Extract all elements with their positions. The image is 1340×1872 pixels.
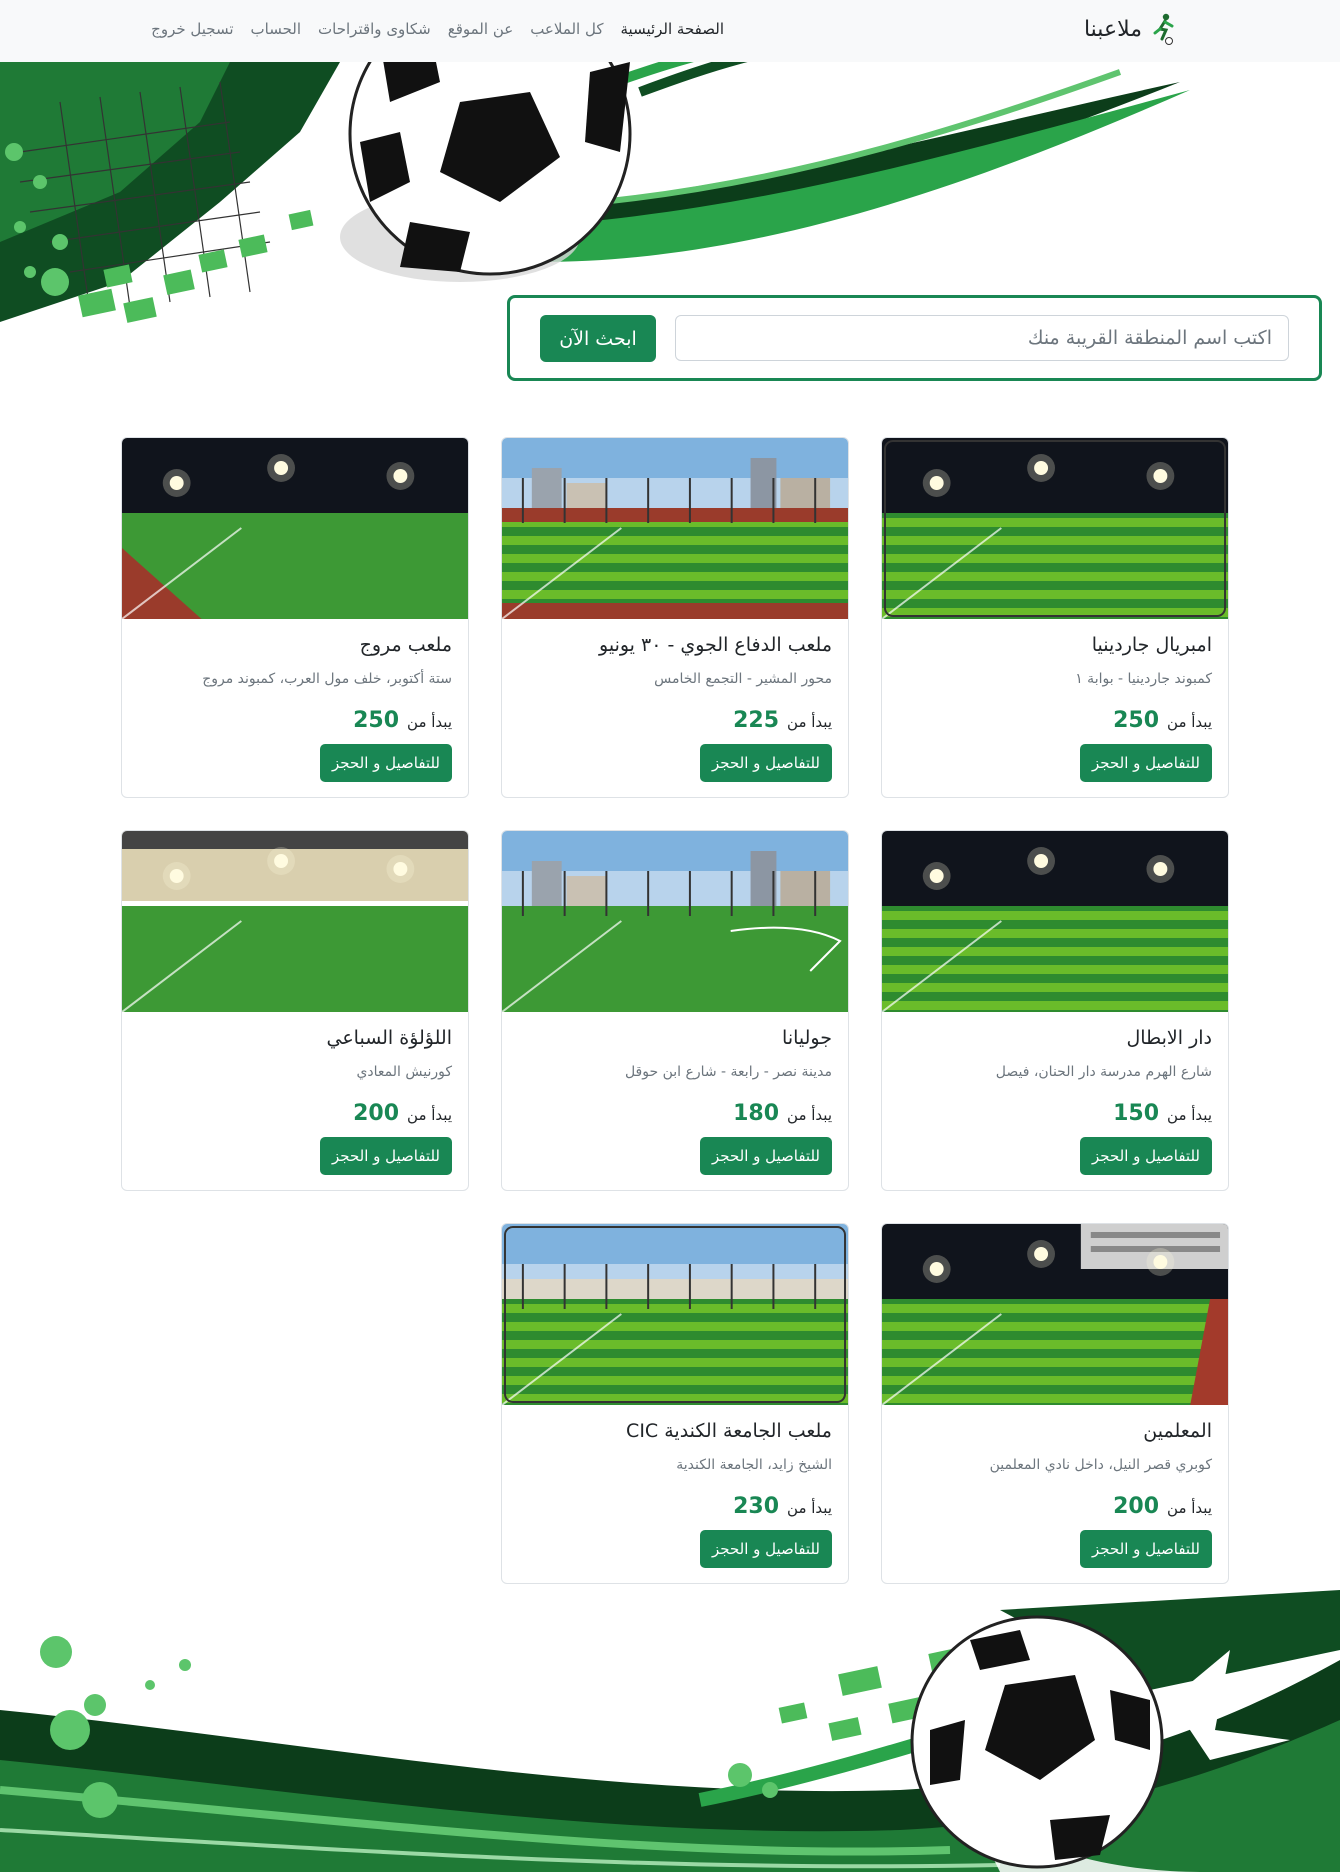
field-address: مدينة نصر - رابعة - شارع ابن حوقل	[624, 1064, 832, 1080]
soccer-ball-footer-art	[0, 1590, 1340, 1872]
field-title: ملعب الجامعة الكندية CIC	[626, 1420, 832, 1442]
nav-about[interactable]: عن الموقع	[448, 20, 513, 38]
field-card: دار الابطال شارع الهرم مدرسة دار الحنان، …	[881, 830, 1229, 1191]
field-title: اللؤلؤة السباعي	[326, 1027, 453, 1049]
price-value: 200	[1113, 1494, 1160, 1519]
field-card: اللؤلؤة السباعي كورنيش المعادي يبدأ من 200 ل…	[121, 830, 469, 1191]
field-address: شارع الهرم مدرسة دار الحنان، فيصل	[995, 1064, 1212, 1080]
field-address: كوبري قصر النيل، داخل نادي المعلمين	[989, 1457, 1212, 1473]
field-address: ستة أكتوبر، خلف مول العرب، كمبوند مروج	[202, 671, 452, 687]
field-card: المعلمين كوبري قصر النيل، داخل نادي المعل…	[881, 1223, 1229, 1584]
nav-logout[interactable]: تسجيل خروج	[151, 20, 233, 38]
price-row: يبدأ من 225	[733, 708, 832, 733]
price-value: 230	[733, 1494, 780, 1519]
details-booking-button[interactable]: للتفاصيل و الحجز	[1079, 744, 1212, 782]
details-booking-button[interactable]: للتفاصيل و الحجز	[1079, 1137, 1212, 1175]
field-photo	[882, 1224, 1228, 1405]
price-label: يبدأ من	[407, 713, 452, 731]
nav-complaints[interactable]: شكاوى واقتراحات	[318, 20, 431, 38]
search-now-button[interactable]: ابحث الآن	[540, 315, 656, 362]
nav-home[interactable]: الصفحة الرئيسية	[621, 20, 725, 38]
nav-links: الصفحة الرئيسية كل الملاعب عن الموقع شكا…	[124, 20, 724, 38]
field-photo	[122, 438, 468, 619]
field-photo	[502, 831, 848, 1012]
price-row: يبدأ من 150	[1113, 1101, 1212, 1126]
field-title: ملعب الدفاع الجوي - ٣٠ يونيو	[599, 634, 832, 656]
price-label: يبدأ من	[787, 1499, 832, 1517]
price-row: يبدأ من 200	[1113, 1494, 1212, 1519]
footer-banner	[0, 1590, 1340, 1872]
price-row: يبدأ من 230	[733, 1494, 832, 1519]
price-label: يبدأ من	[1167, 713, 1212, 731]
details-booking-button[interactable]: للتفاصيل و الحجز	[699, 1137, 832, 1175]
price-value: 250	[1113, 708, 1160, 733]
field-card: ملعب مروج ستة أكتوبر، خلف مول العرب، كمبو…	[121, 437, 469, 798]
brand[interactable]: ملاعبنا	[1084, 12, 1180, 46]
price-label: يبدأ من	[787, 713, 832, 731]
search-panel: ابحث الآن	[507, 295, 1322, 381]
price-row: يبدأ من 180	[733, 1101, 832, 1126]
details-booking-button[interactable]: للتفاصيل و الحجز	[1079, 1530, 1212, 1568]
price-label: يبدأ من	[1167, 1106, 1212, 1124]
price-value: 180	[733, 1101, 780, 1126]
details-booking-button[interactable]: للتفاصيل و الحجز	[319, 744, 452, 782]
field-photo	[882, 438, 1228, 619]
field-title: دار الابطال	[1126, 1027, 1212, 1049]
field-title: جوليانا	[782, 1027, 832, 1049]
price-value: 225	[733, 708, 780, 733]
price-row: يبدأ من 250	[353, 708, 452, 733]
price-value: 200	[353, 1101, 400, 1126]
field-card: جوليانا مدينة نصر - رابعة - شارع ابن حوقل…	[501, 830, 849, 1191]
price-value: 150	[1113, 1101, 1160, 1126]
details-booking-button[interactable]: للتفاصيل و الحجز	[699, 1530, 832, 1568]
details-booking-button[interactable]: للتفاصيل و الحجز	[319, 1137, 452, 1175]
details-booking-button[interactable]: للتفاصيل و الحجز	[699, 744, 832, 782]
price-row: يبدأ من 250	[1113, 708, 1212, 733]
field-photo	[502, 1224, 848, 1405]
field-address: كمبوند جاردينيا - بوابة ١	[1075, 671, 1212, 687]
field-photo	[882, 831, 1228, 1012]
field-card: ملعب الجامعة الكندية CIC الشيخ زايد، الجا…	[501, 1223, 849, 1584]
field-title: المعلمين	[1143, 1420, 1212, 1442]
field-address: الشيخ زايد، الجامعة الكندية	[676, 1457, 832, 1473]
field-title: امبريال جاردينيا	[1091, 634, 1212, 656]
navbar: ملاعبنا الصفحة الرئيسية كل الملاعب عن ال…	[0, 0, 1340, 62]
area-search-input[interactable]	[675, 315, 1289, 361]
field-photo	[122, 831, 468, 1012]
field-card: ملعب الدفاع الجوي - ٣٠ يونيو محور المشير …	[501, 437, 849, 798]
field-photo	[502, 438, 848, 619]
price-label: يبدأ من	[1167, 1499, 1212, 1517]
brand-name: ملاعبنا	[1083, 16, 1142, 42]
price-row: يبدأ من 200	[353, 1101, 452, 1126]
soccer-player-icon	[1153, 13, 1174, 45]
price-label: يبدأ من	[787, 1106, 832, 1124]
nav-account[interactable]: الحساب	[251, 20, 302, 38]
price-value: 250	[353, 708, 400, 733]
field-title: ملعب مروج	[359, 634, 452, 656]
field-address: كورنيش المعادي	[356, 1064, 452, 1080]
price-label: يبدأ من	[407, 1106, 452, 1124]
nav-all-fields[interactable]: كل الملاعب	[530, 20, 603, 38]
field-address: محور المشير - التجمع الخامس	[654, 671, 832, 687]
field-card: امبريال جاردينيا كمبوند جاردينيا - بوابة …	[881, 437, 1229, 798]
